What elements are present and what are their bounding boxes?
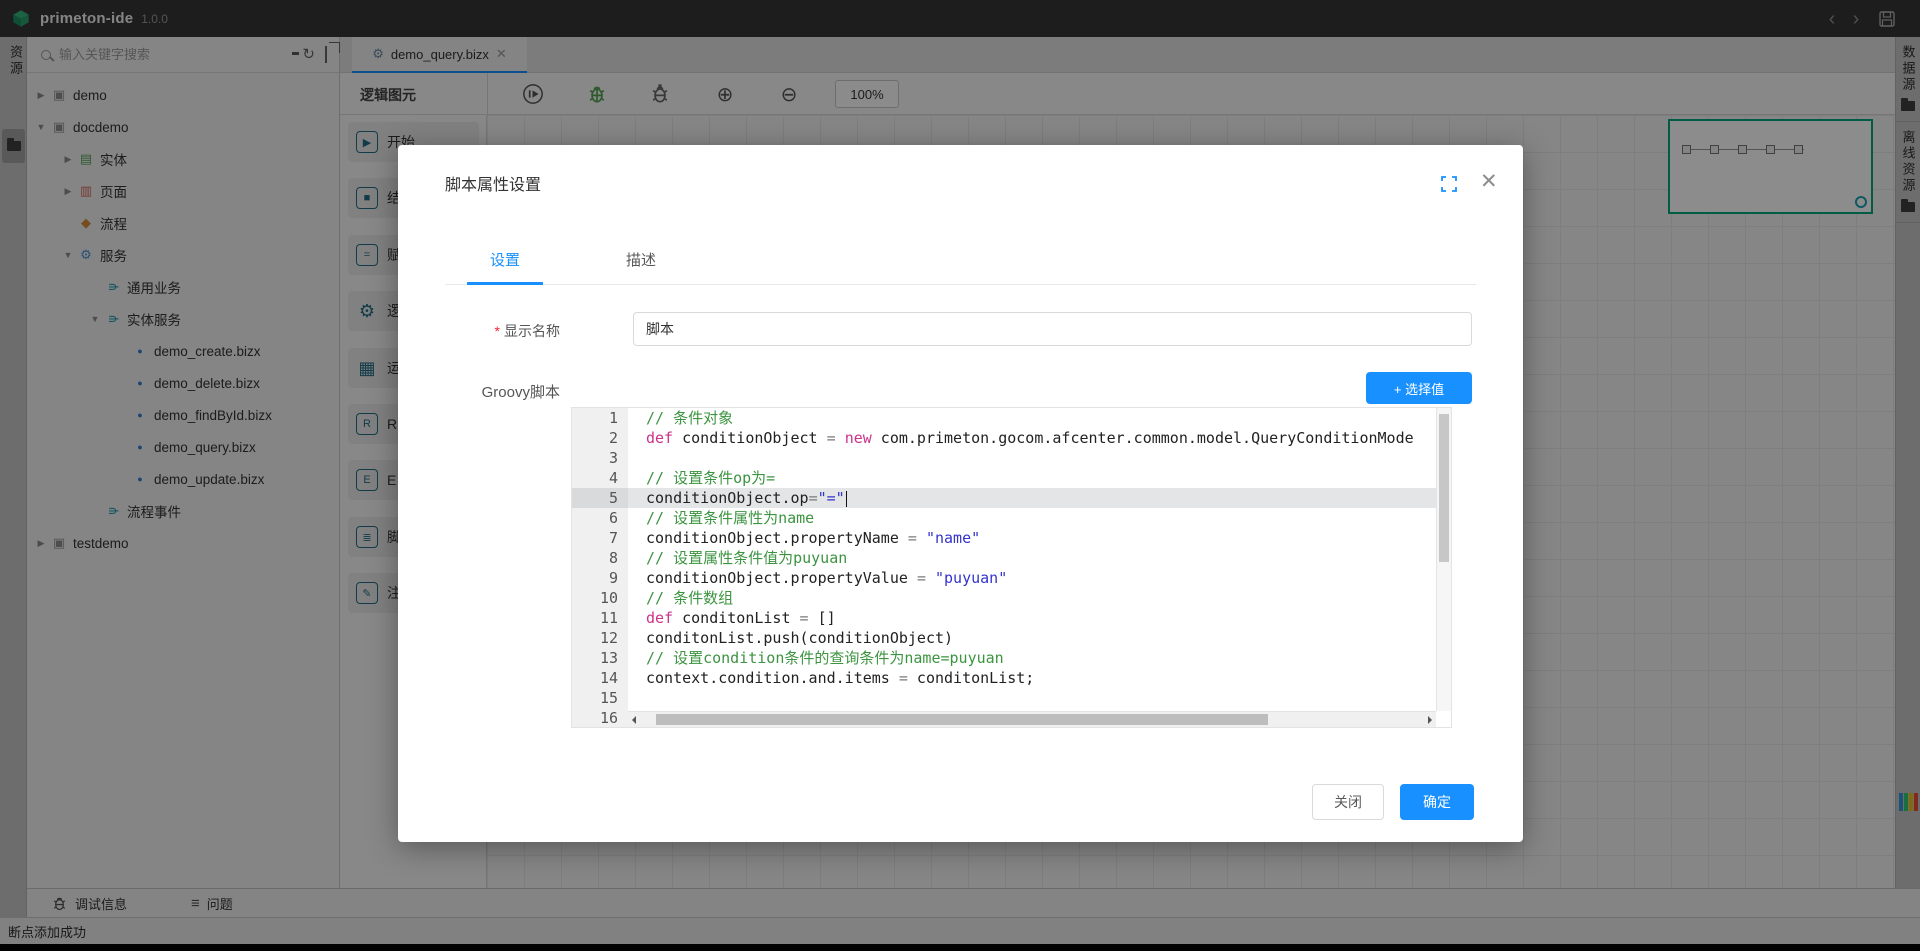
code-line-10[interactable]: // 条件数组: [628, 588, 1436, 608]
line-number[interactable]: 6: [572, 508, 628, 528]
code-line-14[interactable]: context.condition.and.items = conditonLi…: [628, 668, 1436, 688]
modal-title: 脚本属性设置: [445, 171, 541, 195]
code-editor[interactable]: 12345678910111213141516 // 条件对象def condi…: [571, 407, 1452, 728]
line-number[interactable]: 8: [572, 548, 628, 568]
line-number[interactable]: 14: [572, 668, 628, 688]
code-line-3[interactable]: [628, 448, 1436, 468]
v-scrollbar[interactable]: [1436, 408, 1451, 711]
line-number[interactable]: 1: [572, 408, 628, 428]
modal-script-properties: 脚本属性设置 ✕ 设置 描述 *显示名称 Groovy脚本 + 选择值 1234…: [398, 145, 1523, 842]
line-number[interactable]: 10: [572, 588, 628, 608]
text-caret: [846, 491, 848, 507]
line-numbers: 12345678910111213141516: [572, 408, 628, 727]
code-line-6[interactable]: // 设置条件属性为name: [628, 508, 1436, 528]
line-number[interactable]: 9: [572, 568, 628, 588]
v-scrollbar-thumb[interactable]: [1439, 414, 1449, 562]
line-number[interactable]: 5: [572, 488, 628, 508]
scroll-right-icon[interactable]: [1428, 716, 1432, 724]
line-number[interactable]: 7: [572, 528, 628, 548]
tab-settings[interactable]: 设置: [467, 249, 543, 270]
code-line-11[interactable]: def conditonList = []: [628, 608, 1436, 628]
display-name-input[interactable]: [633, 312, 1472, 346]
code-area[interactable]: // 条件对象def conditionObject = new com.pri…: [628, 408, 1436, 727]
line-number[interactable]: 4: [572, 468, 628, 488]
groovy-script-label: Groovy脚本: [398, 381, 560, 402]
code-line-1[interactable]: // 条件对象: [628, 408, 1436, 428]
code-line-7[interactable]: conditionObject.propertyName = "name": [628, 528, 1436, 548]
tab-separator: [445, 284, 1476, 285]
code-line-15[interactable]: [628, 688, 1436, 708]
select-value-button[interactable]: + 选择值: [1366, 372, 1472, 404]
code-line-5[interactable]: conditionObject.op="=": [628, 488, 1436, 508]
h-scrollbar-thumb[interactable]: [656, 714, 1268, 725]
active-tab-underline: [467, 282, 543, 285]
line-number[interactable]: 3: [572, 448, 628, 468]
code-line-2[interactable]: def conditionObject = new com.primeton.g…: [628, 428, 1436, 448]
line-number[interactable]: 2: [572, 428, 628, 448]
ok-button[interactable]: 确定: [1400, 784, 1474, 820]
close-button[interactable]: 关闭: [1312, 784, 1384, 820]
line-number[interactable]: 12: [572, 628, 628, 648]
line-number[interactable]: 15: [572, 688, 628, 708]
code-line-9[interactable]: conditionObject.propertyValue = "puyuan": [628, 568, 1436, 588]
code-line-4[interactable]: // 设置条件op为=: [628, 468, 1436, 488]
display-name-label: *显示名称: [398, 321, 560, 341]
line-number[interactable]: 13: [572, 648, 628, 668]
line-number[interactable]: 11: [572, 608, 628, 628]
close-icon[interactable]: ✕: [1480, 169, 1498, 195]
line-number[interactable]: 16: [572, 708, 628, 728]
tab-description[interactable]: 描述: [603, 249, 679, 270]
h-scrollbar[interactable]: [628, 711, 1436, 727]
code-line-13[interactable]: // 设置condition条件的查询条件为name=puyuan: [628, 648, 1436, 668]
code-line-12[interactable]: conditonList.push(conditionObject): [628, 628, 1436, 648]
required-asterisk: *: [495, 323, 500, 339]
ide-window: primeton-ide 1.0.0 ‹ › 资源 ↻ ▶▣demo▼▣docd…: [0, 0, 1920, 951]
scroll-left-icon[interactable]: [632, 716, 636, 724]
code-line-8[interactable]: // 设置属性条件值为puyuan: [628, 548, 1436, 568]
fullscreen-icon[interactable]: [1440, 175, 1458, 193]
